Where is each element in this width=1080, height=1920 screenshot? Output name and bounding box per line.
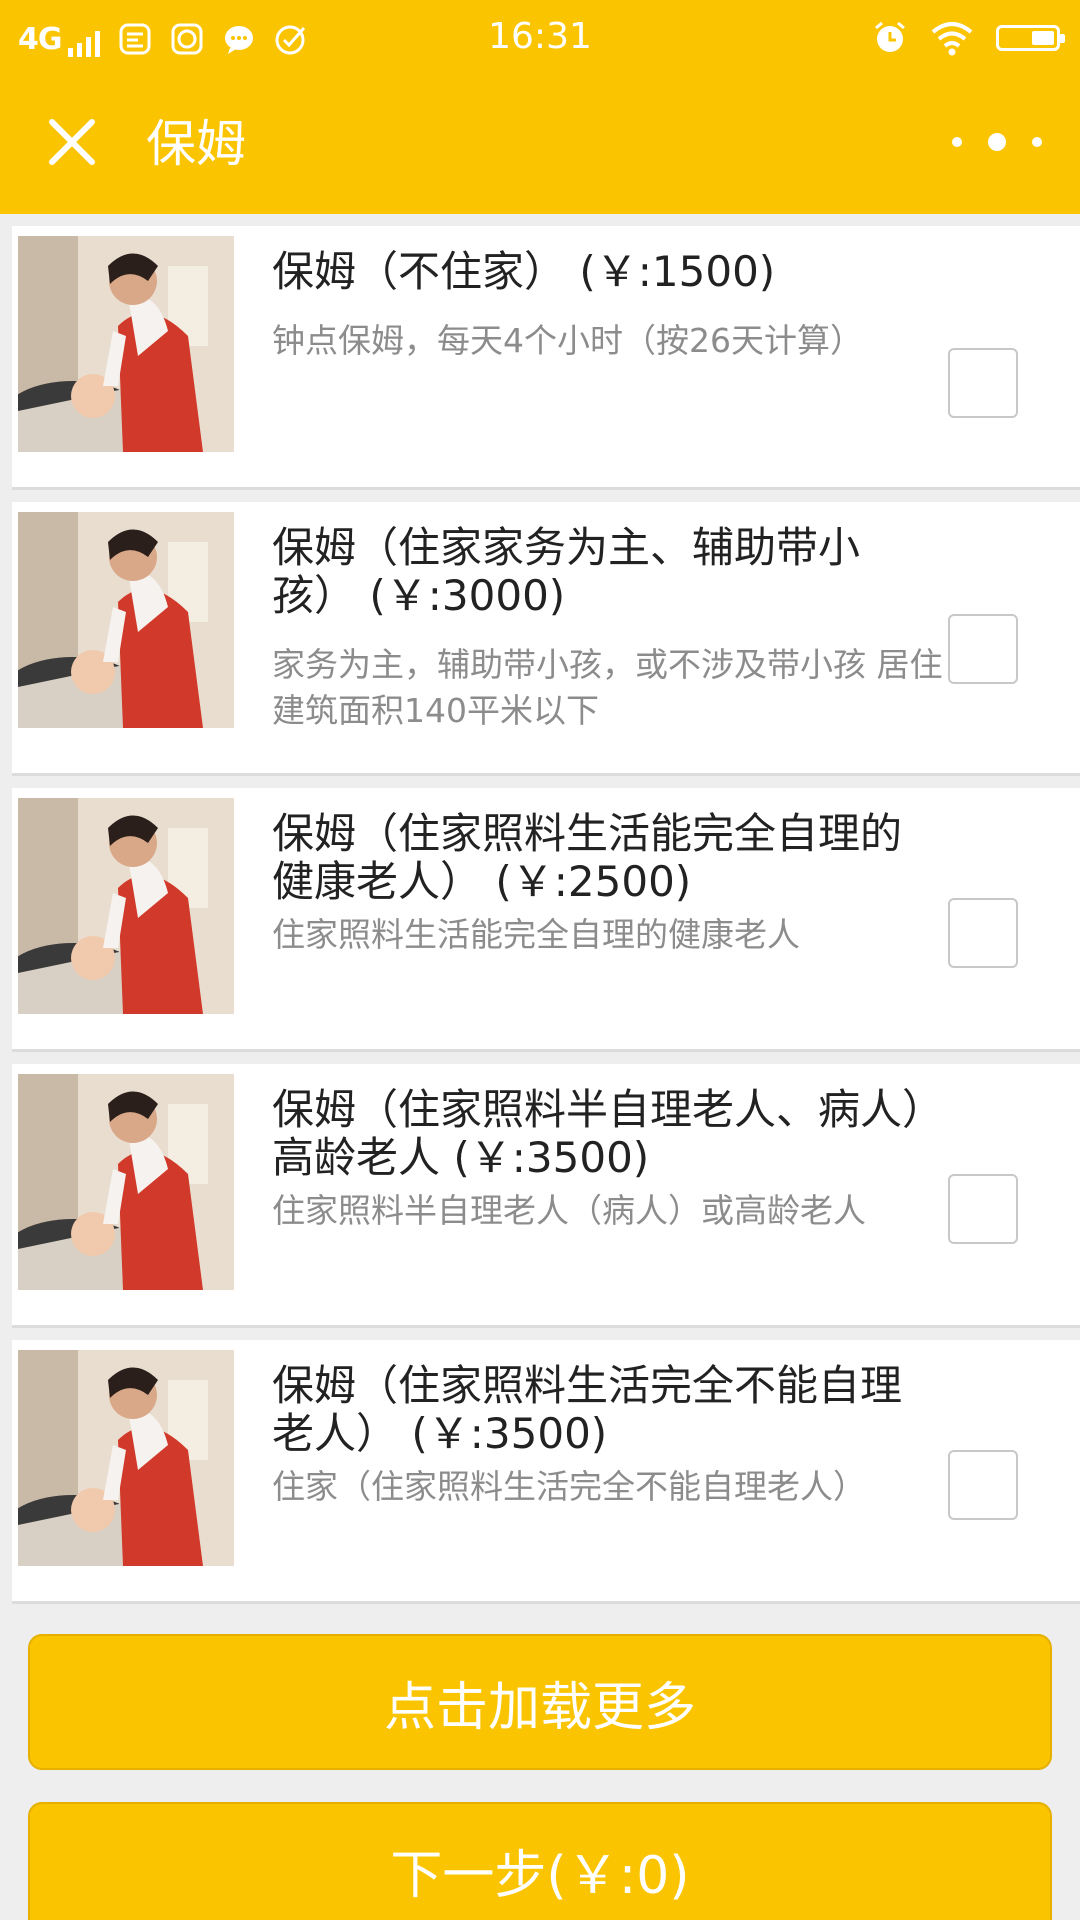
list-item[interactable]: 保姆（住家照料半自理老人、病人）高龄老人 (￥:3500) 住家照料半自理老人（…: [12, 1064, 1080, 1328]
caregiver-photo: [18, 236, 234, 452]
item-description: 住家（住家照料生活完全不能自理老人）: [272, 1467, 866, 1506]
item-title: 保姆（住家家务为主、辅助带小孩） (￥:3000): [272, 524, 932, 620]
nav-bar: 保姆: [0, 78, 1080, 214]
item-title: 保姆（不住家） (￥:1500): [272, 248, 932, 296]
item-description: 家务为主，辅助带小孩，或不涉及带小孩 居住建筑面积140平米以下: [272, 645, 943, 730]
item-price: (￥:3500): [453, 1133, 650, 1182]
item-title: 保姆（住家照料生活完全不能自理老人） (￥:3500): [272, 1362, 932, 1458]
item-price: (￥:2500): [495, 857, 692, 906]
item-title: 保姆（住家照料半自理老人、病人）高龄老人 (￥:3500): [272, 1086, 932, 1182]
item-name: 保姆（住家家务为主、辅助带小孩）: [272, 523, 861, 620]
load-more-button[interactable]: 点击加载更多: [28, 1634, 1052, 1770]
more-options-icon[interactable]: [952, 122, 1042, 162]
item-title: 保姆（住家照料生活能完全自理的健康老人） (￥:2500): [272, 810, 932, 906]
app-screen: 4G 16:31 保姆 保姆（不住家） (￥:1500) 钟点保姆，每天4个小时…: [0, 0, 1080, 1920]
caregiver-photo: [18, 798, 234, 1014]
status-bar-right: [872, 16, 1065, 60]
item-checkbox[interactable]: [948, 348, 1018, 418]
list-item[interactable]: 保姆（住家照料生活完全不能自理老人） (￥:3500) 住家（住家照料生活完全不…: [12, 1340, 1080, 1604]
item-name: 保姆（不住家）: [272, 247, 567, 296]
caregiver-photo: [18, 1074, 234, 1290]
item-price: (￥:3000): [369, 571, 566, 620]
next-step-button[interactable]: 下一步(￥:0): [28, 1802, 1052, 1920]
item-description: 住家照料半自理老人（病人）或高龄老人: [272, 1191, 866, 1230]
item-description: 住家照料生活能完全自理的健康老人: [272, 915, 800, 954]
item-price: (￥:3500): [411, 1409, 608, 1458]
item-checkbox[interactable]: [948, 1450, 1018, 1520]
item-checkbox[interactable]: [948, 614, 1018, 684]
item-checkbox[interactable]: [948, 1174, 1018, 1244]
list-item[interactable]: 保姆（不住家） (￥:1500) 钟点保姆，每天4个小时（按26天计算）: [12, 226, 1080, 490]
item-price: (￥:1500): [579, 247, 776, 296]
list-item[interactable]: 保姆（住家照料生活能完全自理的健康老人） (￥:2500) 住家照料生活能完全自…: [12, 788, 1080, 1052]
wifi-icon: [931, 22, 973, 56]
item-checkbox[interactable]: [948, 898, 1018, 968]
alarm-icon: [875, 21, 905, 52]
item-description: 钟点保姆，每天4个小时（按26天计算）: [272, 321, 863, 360]
caregiver-photo: [18, 1350, 234, 1566]
status-bar: 4G 16:31: [0, 0, 1080, 78]
battery-icon: [996, 25, 1065, 51]
close-icon[interactable]: [46, 116, 98, 168]
page-title: 保姆: [146, 115, 246, 173]
caregiver-photo: [18, 512, 234, 728]
list-item[interactable]: 保姆（住家家务为主、辅助带小孩） (￥:3000) 家务为主，辅助带小孩，或不涉…: [12, 502, 1080, 776]
